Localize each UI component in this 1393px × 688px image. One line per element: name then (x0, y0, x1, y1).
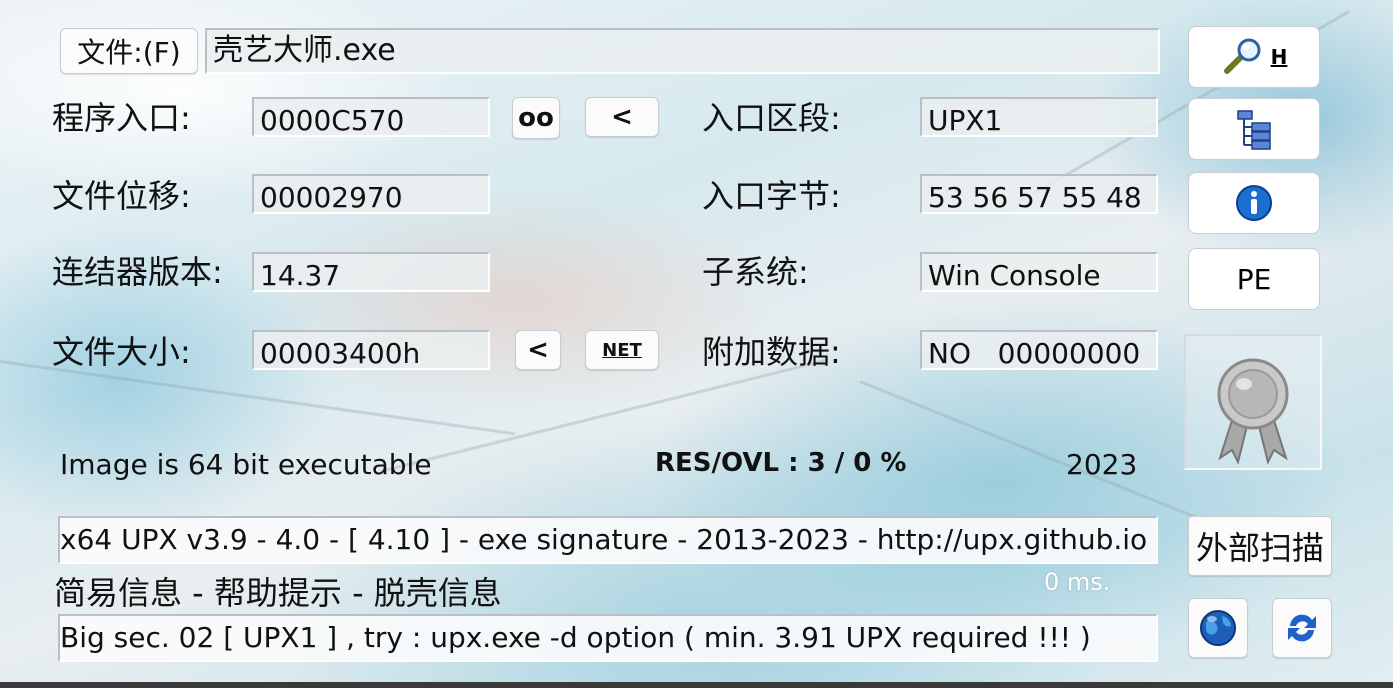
file-size-field[interactable]: 00003400h (252, 330, 490, 370)
file-name-field[interactable]: 壳艺大师.exe (205, 28, 1160, 74)
award-ribbon-icon (1217, 358, 1289, 465)
pe-button[interactable]: PE (1188, 248, 1320, 310)
file-offset-field[interactable]: 00002970 (252, 174, 490, 214)
overlay-label: 附加数据: (702, 333, 841, 371)
oo-button[interactable]: oo (512, 97, 560, 139)
web-button[interactable] (1188, 598, 1248, 658)
file-size-lt-button[interactable]: < (515, 330, 561, 370)
subsystem-field[interactable]: Win Console (920, 252, 1158, 292)
entry-point-label: 程序入口: (52, 99, 191, 137)
entry-point-field[interactable]: 0000C570 (252, 97, 490, 137)
linker-version-label: 连结器版本: (52, 253, 223, 291)
info-links-text[interactable]: 简易信息 - 帮助提示 - 脱壳信息 (54, 568, 502, 614)
info-button[interactable] (1188, 172, 1320, 234)
window-bottom-border (0, 682, 1393, 688)
subsystem-label: 子系统: (702, 253, 809, 291)
search-hotkey-label: H (1270, 45, 1288, 69)
external-scan-button[interactable]: 外部扫描 (1188, 516, 1332, 576)
image-bits-text: Image is 64 bit executable (60, 448, 432, 481)
globe-icon (1200, 610, 1236, 646)
entry-section-field[interactable]: UPX1 (920, 97, 1158, 137)
hint-field[interactable]: Big sec. 02 [ UPX1 ] , try : upx.exe -d … (58, 614, 1158, 662)
award-panel (1184, 334, 1322, 470)
tree-view-button[interactable] (1188, 98, 1320, 160)
entry-bytes-label: 入口字节: (702, 177, 841, 215)
detection-result-field[interactable]: x64 UPX v3.9 - 4.0 - [ 4.10 ] - exe sign… (58, 516, 1158, 564)
year-text: 2023 (1066, 448, 1138, 481)
net-button[interactable]: NET (585, 330, 659, 370)
tree-structure-icon (1237, 110, 1271, 150)
file-size-label: 文件大小: (52, 333, 191, 371)
linker-version-field[interactable]: 14.37 (252, 252, 490, 292)
info-icon (1236, 185, 1272, 221)
timing-text: 0 ms. (1044, 568, 1111, 596)
entry-section-label: 入口区段: (702, 99, 841, 137)
refresh-icon (1288, 614, 1316, 642)
search-button[interactable]: H (1188, 26, 1320, 88)
file-offset-label: 文件位移: (52, 177, 191, 215)
entry-point-lt-button[interactable]: < (585, 97, 659, 137)
refresh-button[interactable] (1272, 598, 1332, 658)
marble-vein (0, 360, 516, 436)
res-ovl-text: RES/OVL : 3 / 0 % (655, 448, 907, 478)
entry-bytes-field[interactable]: 53 56 57 55 48 (920, 174, 1158, 214)
overlay-field[interactable]: NO 00000000 (920, 330, 1158, 370)
file-open-button[interactable]: 文件:(F) (60, 28, 198, 74)
magnifier-icon (1223, 38, 1261, 74)
